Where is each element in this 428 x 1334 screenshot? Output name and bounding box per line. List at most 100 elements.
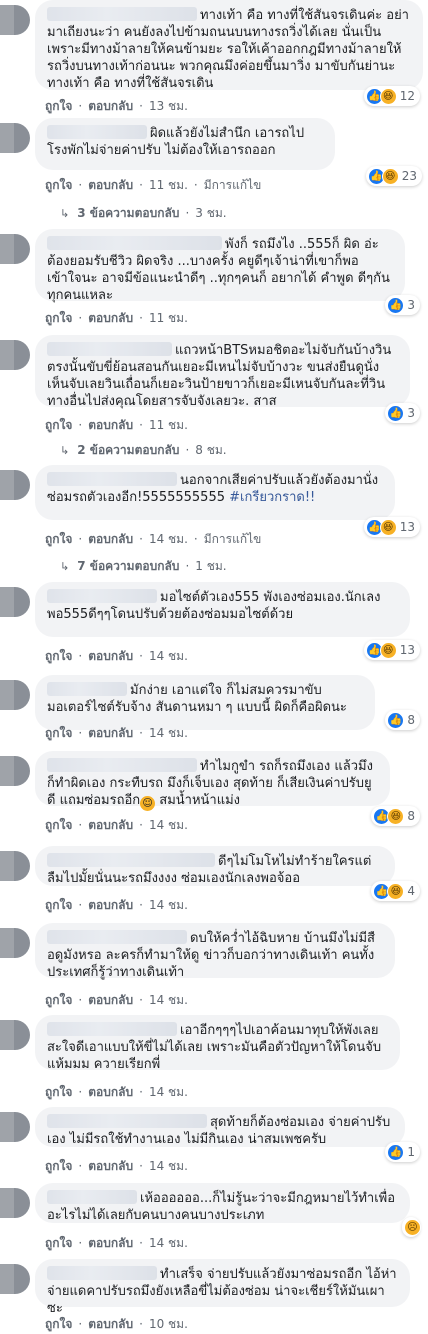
like-button[interactable]: ถูกใจ <box>45 1236 72 1250</box>
reaction-summary[interactable]: 👍 3 <box>385 295 420 315</box>
like-button[interactable]: ถูกใจ <box>45 726 72 740</box>
reply-button[interactable]: ตอบกลับ <box>88 99 133 113</box>
timestamp[interactable]: 11 ชม. <box>149 311 188 325</box>
reply-button[interactable]: ตอบกลับ <box>88 532 133 546</box>
blurred-author-name <box>47 1022 177 1036</box>
reply-button[interactable]: ตอบกลับ <box>88 898 133 912</box>
haha-icon: 😆 <box>379 518 397 536</box>
reaction-summary[interactable]: 👍 3 <box>385 403 420 423</box>
like-button[interactable]: ถูกใจ <box>45 418 72 432</box>
comment-bubble: มอไซต์ตัวเอง555 พังเองซ่อมเอง.นักเลงพอ55… <box>35 582 410 637</box>
timestamp[interactable]: 14 ชม. <box>149 532 188 546</box>
timestamp[interactable]: 14 ชม. <box>149 898 188 912</box>
like-button[interactable]: ถูกใจ <box>45 99 72 113</box>
reaction-summary[interactable]: 👍 😆 12 <box>363 86 420 106</box>
like-button[interactable]: ถูกใจ <box>45 532 72 546</box>
view-replies-link[interactable]: ↳ 3 ข้อความตอบกลับ · 3 ชม. <box>60 204 227 223</box>
avatar[interactable] <box>0 1264 30 1294</box>
comment-bubble: นอกจากเสียค่าปรับแล้วยังต้องมานั่งซ่อมรถ… <box>35 465 395 520</box>
timestamp[interactable]: 14 ชม. <box>149 1085 188 1099</box>
hashtag-link[interactable]: #เกรียวกราด!! <box>229 490 315 505</box>
reaction-count: 13 <box>399 643 415 657</box>
reaction-count: 3 <box>407 406 415 420</box>
haha-icon: 😆 <box>387 882 405 900</box>
avatar[interactable] <box>0 928 30 958</box>
comment-actions: ถูกใจ · ตอบกลับ · 14 ชม. <box>45 993 188 1007</box>
like-button[interactable]: ถูกใจ <box>45 1085 72 1099</box>
reaction-summary[interactable]: ☹ <box>402 1217 421 1237</box>
blurred-author-name <box>47 589 157 603</box>
avatar[interactable] <box>0 587 30 617</box>
comment-actions: ถูกใจ · ตอบกลับ · 14 ชม. <box>45 1159 188 1173</box>
avatar[interactable] <box>0 123 30 153</box>
like-button[interactable]: ถูกใจ <box>45 1317 72 1331</box>
reply-button[interactable]: ตอบกลับ <box>88 311 133 325</box>
like-button[interactable]: ถูกใจ <box>45 993 72 1007</box>
like-button[interactable]: ถูกใจ <box>45 1159 72 1173</box>
reaction-summary[interactable]: 👍 😆 4 <box>371 881 420 901</box>
comment-bubble: มักง่าย เอาแต่ใจ ก็ไม่สมควรมาขับมอเตอร์ไ… <box>35 675 375 730</box>
timestamp[interactable]: 14 ชม. <box>149 1159 188 1173</box>
reply-button[interactable]: ตอบกลับ <box>88 649 133 663</box>
edited-label[interactable]: มีการแก้ไข <box>204 178 262 192</box>
reply-button[interactable]: ตอบกลับ <box>88 818 133 832</box>
reply-button[interactable]: ตอบกลับ <box>88 993 133 1007</box>
view-replies-link[interactable]: ↳ 2 ข้อความตอบกลับ · 8 ชม. <box>60 441 227 460</box>
avatar[interactable] <box>0 5 30 35</box>
avatar[interactable] <box>0 851 30 881</box>
comment-actions: ถูกใจ · ตอบกลับ · 14 ชม. <box>45 726 188 740</box>
reply-button[interactable]: ตอบกลับ <box>88 1159 133 1173</box>
reaction-count: 8 <box>407 809 415 823</box>
reply-button[interactable]: ตอบกลับ <box>88 726 133 740</box>
timestamp[interactable]: 14 ชม. <box>149 649 188 663</box>
comment-actions: ถูกใจ · ตอบกลับ · 11 ชม. <box>45 311 188 325</box>
reaction-count: 23 <box>401 169 417 183</box>
like-button[interactable]: ถูกใจ <box>45 649 72 663</box>
reply-button[interactable]: ตอบกลับ <box>88 1085 133 1099</box>
comment-actions: ถูกใจ · ตอบกลับ · 14 ชม. <box>45 649 188 663</box>
avatar[interactable] <box>0 234 30 264</box>
comment-bubble: ดีๆไม่โมโหไม่ทำร้ายใครแต่ลืมไปมั้ยนั่นนะ… <box>35 846 395 886</box>
reply-arrow-icon: ↳ <box>60 444 70 457</box>
comment-bubble: ดบให้คว่ำไอ้ฉิบหาย บ้านมึงไม่มีสือดูมังห… <box>35 923 395 980</box>
avatar[interactable] <box>0 756 30 786</box>
like-button[interactable]: ถูกใจ <box>45 311 72 325</box>
avatar[interactable] <box>0 1020 30 1050</box>
reaction-summary[interactable]: 👍 😆 8 <box>371 806 420 826</box>
view-replies-link[interactable]: ↳ 7 ข้อความตอบกลับ · 1 ชม. <box>60 557 227 576</box>
avatar[interactable] <box>0 340 30 370</box>
timestamp[interactable]: 13 ชม. <box>149 99 188 113</box>
timestamp[interactable]: 11 ชม. <box>149 178 188 192</box>
reply-button[interactable]: ตอบกลับ <box>88 1317 133 1331</box>
like-button[interactable]: ถูกใจ <box>45 178 72 192</box>
timestamp[interactable]: 14 ชม. <box>149 1236 188 1250</box>
timestamp[interactable]: 14 ชม. <box>149 726 188 740</box>
timestamp[interactable]: 14 ชม. <box>149 818 188 832</box>
timestamp[interactable]: 14 ชม. <box>149 993 188 1007</box>
blurred-author-name <box>47 1190 137 1204</box>
timestamp[interactable]: 11 ชม. <box>149 418 188 432</box>
reaction-summary[interactable]: 👍 😆 13 <box>363 640 420 660</box>
reply-button[interactable]: ตอบกลับ <box>88 178 133 192</box>
avatar[interactable] <box>0 1188 30 1218</box>
reaction-summary[interactable]: 👍 😆 13 <box>363 517 420 537</box>
avatar[interactable] <box>0 680 30 710</box>
comment-bubble: แถวหน้าBTSหมอชิตอะไม่จับกันบ้างวินตรงนั้… <box>35 335 410 409</box>
edited-label[interactable]: มีการแก้ไข <box>204 532 262 546</box>
replies-time: 3 ชม. <box>195 206 227 220</box>
blurred-author-name <box>47 930 187 944</box>
replies-time: 8 ชม. <box>195 443 227 457</box>
avatar[interactable] <box>0 470 30 500</box>
reply-button[interactable]: ตอบกลับ <box>88 1236 133 1250</box>
reply-button[interactable]: ตอบกลับ <box>88 418 133 432</box>
avatar[interactable] <box>0 1112 30 1142</box>
reaction-summary[interactable]: 👍 1 <box>385 1142 420 1162</box>
haha-icon: 😆 <box>381 167 399 185</box>
like-button[interactable]: ถูกใจ <box>45 818 72 832</box>
like-button[interactable]: ถูกใจ <box>45 898 72 912</box>
comment-actions: ถูกใจ · ตอบกลับ · 14 ชม. <box>45 898 188 912</box>
comment-bubble: ทางเท้า คือ ทางที่ใช้สันจรเดินค่ะ อย่ามา… <box>35 0 423 91</box>
reaction-summary[interactable]: 👍 8 <box>385 710 420 730</box>
reaction-summary[interactable]: 👍 😆 23 <box>365 166 422 186</box>
timestamp[interactable]: 10 ชม. <box>149 1317 188 1331</box>
